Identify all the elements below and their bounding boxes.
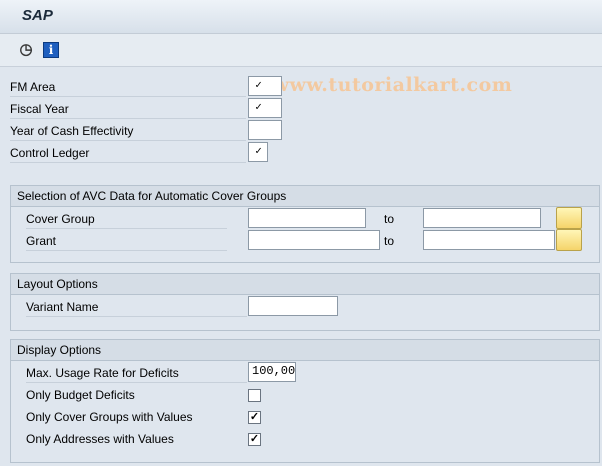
only-cover-groups-checkbox[interactable]: ✓: [248, 411, 261, 424]
variant-name-input[interactable]: [248, 296, 338, 316]
year-cash-effectivity-label: Year of Cash Effectivity: [10, 121, 246, 141]
application-toolbar: ◷ i © www.tutorialkart.com: [0, 34, 602, 96]
fiscal-year-check: ✓: [252, 103, 265, 116]
only-cover-groups-label: Only Cover Groups with Values: [26, 410, 193, 424]
display-frame-title: Display Options: [11, 340, 599, 361]
cover-group-to-input[interactable]: [423, 208, 541, 228]
max-usage-rate-input[interactable]: 100,00: [248, 362, 296, 382]
grant-to-label: to: [384, 234, 395, 248]
cover-group-from-input[interactable]: [248, 208, 366, 228]
fm-area-check: ✓: [252, 81, 265, 94]
title-bar: SAP: [0, 0, 602, 34]
control-ledger-check: ✓: [252, 147, 265, 160]
only-addresses-checkbox[interactable]: ✓: [248, 433, 261, 446]
only-budget-deficits-checkbox[interactable]: [248, 389, 261, 402]
cover-group-to-label: to: [384, 212, 395, 226]
only-addresses-label: Only Addresses with Values: [26, 432, 174, 446]
info-icon[interactable]: i: [43, 42, 59, 58]
grant-from-input[interactable]: [248, 230, 380, 250]
watermark-text: © www.tutorialkart.com: [246, 74, 513, 96]
grant-to-input[interactable]: [423, 230, 555, 250]
only-budget-deficits-label: Only Budget Deficits: [26, 388, 135, 402]
control-ledger-field[interactable]: ✓: [248, 142, 268, 162]
max-usage-rate-label: Max. Usage Rate for Deficits: [26, 363, 247, 383]
cover-group-multiple-selection-button[interactable]: [556, 207, 582, 229]
variant-name-label: Variant Name: [26, 297, 247, 317]
layout-frame-title: Layout Options: [11, 274, 599, 295]
control-ledger-label: Control Ledger: [10, 143, 246, 163]
grant-multiple-selection-button[interactable]: [556, 229, 582, 251]
avc-frame-title: Selection of AVC Data for Automatic Cove…: [11, 186, 599, 207]
year-cash-effectivity-field[interactable]: [248, 120, 282, 140]
window-title: SAP: [22, 7, 53, 24]
fiscal-year-field[interactable]: ✓: [248, 98, 282, 118]
execute-clock-icon[interactable]: ◷: [18, 41, 34, 58]
fm-area-label: FM Area: [10, 77, 246, 97]
cover-group-label: Cover Group: [26, 209, 227, 229]
fiscal-year-label: Fiscal Year: [10, 99, 246, 119]
grant-label: Grant: [26, 231, 227, 251]
fm-area-field[interactable]: ✓: [248, 76, 282, 96]
